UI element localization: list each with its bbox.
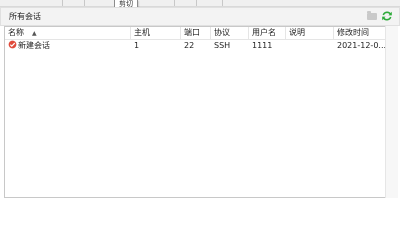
column-header-description[interactable]: 说明: [286, 27, 334, 39]
session-list[interactable]: 名称 ▲ 主机 端口 协议 用户名 说明 修改时间 新建会话 1 22 SSH 1…: [4, 26, 386, 198]
toolbar-separator: [174, 0, 175, 6]
session-username-cell: 1111: [252, 41, 273, 50]
toolbar-separator: [84, 0, 85, 6]
column-header-name[interactable]: 名称 ▲: [5, 27, 131, 39]
column-header-host[interactable]: 主机: [131, 27, 181, 39]
column-header-modified[interactable]: 修改时间: [334, 27, 385, 39]
vertical-scrollbar[interactable]: [385, 26, 398, 198]
table-row[interactable]: 新建会话 1 22 SSH 1111 2021-12-0...: [5, 40, 385, 52]
toolbar-separator: [222, 0, 223, 6]
session-host-cell: 1: [134, 41, 140, 50]
column-header-row: 名称 ▲ 主机 端口 协议 用户名 说明 修改时间: [5, 27, 385, 40]
session-protocol-cell: SSH: [214, 41, 231, 50]
session-name-cell: 新建会话: [5, 40, 131, 52]
column-header-protocol[interactable]: 协议: [211, 27, 249, 39]
column-header-port[interactable]: 端口: [181, 27, 211, 39]
sort-ascending-icon: ▲: [32, 30, 37, 37]
toolbar-separator: [62, 0, 63, 6]
panel-title: 所有会话: [9, 12, 41, 21]
session-description-cell: [286, 40, 334, 52]
session-modified-cell: 2021-12-0...: [337, 41, 385, 50]
session-panel-header: 所有会话: [0, 7, 400, 26]
refresh-icon[interactable]: [381, 10, 393, 22]
menu-toolbar-strip: [0, 0, 400, 7]
session-port-cell: 22: [184, 41, 195, 50]
session-icon: [8, 40, 17, 49]
toolbar-separator: [196, 0, 197, 6]
folder-icon[interactable]: [367, 11, 377, 20]
column-header-username[interactable]: 用户名: [249, 27, 286, 39]
